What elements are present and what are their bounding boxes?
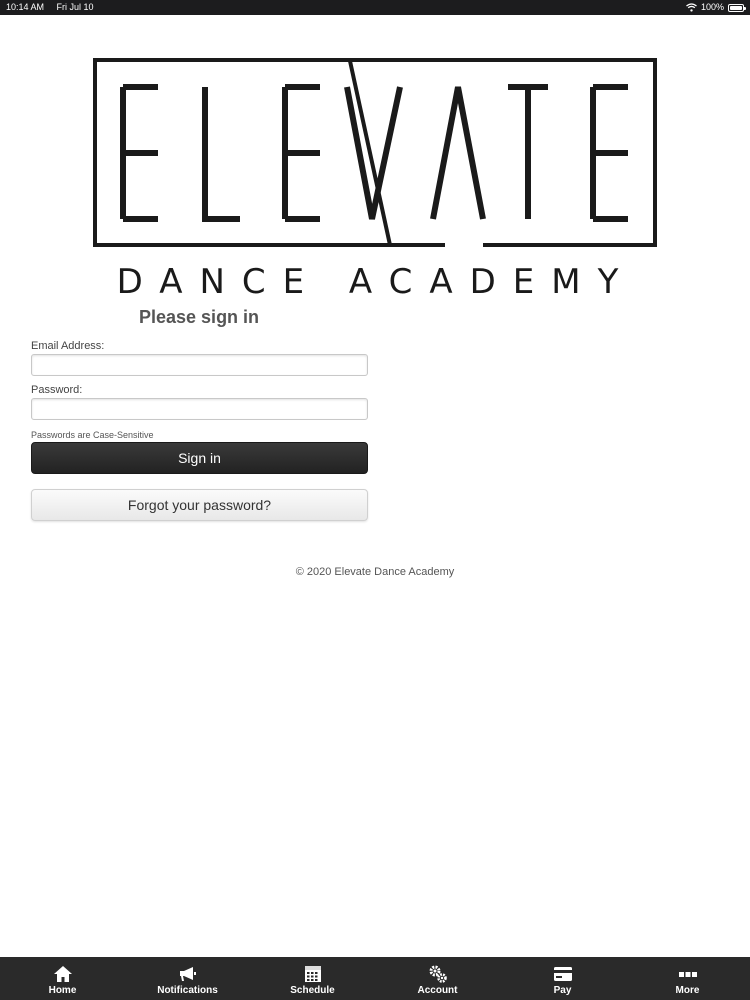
password-label: Password: xyxy=(31,384,83,396)
logo-tagline: DANCE ACADEMY xyxy=(117,262,636,302)
password-hint: Passwords are Case-Sensitive xyxy=(31,430,154,440)
status-left: 10:14 AM Fri Jul 10 xyxy=(6,0,104,15)
academy-logo: DANCE ACADEMYELEVATE xyxy=(90,55,662,303)
page-title: Please sign in xyxy=(139,307,260,327)
status-time: 10:14 AM xyxy=(6,2,45,12)
home-icon xyxy=(53,965,72,982)
tab-schedule[interactable]: Schedule xyxy=(250,957,375,1000)
battery-percent: 100% xyxy=(700,2,724,12)
megaphone-icon xyxy=(179,966,196,981)
tab-bar: Home Notifications Schedule Account Pay … xyxy=(0,957,750,1000)
tab-more-label: More xyxy=(675,984,700,996)
copyright-text: © 2020 Elevate Dance Academy xyxy=(295,566,455,578)
tab-home[interactable]: Home xyxy=(0,957,125,1000)
tab-schedule-label: Schedule xyxy=(290,984,335,996)
tab-account-label: Account xyxy=(417,984,458,996)
tab-home-label: Home xyxy=(48,984,77,996)
tab-more[interactable]: More xyxy=(625,957,750,1000)
tab-account[interactable]: Account xyxy=(375,957,500,1000)
battery-fill xyxy=(730,5,742,10)
academy-logo-graphic: DANCE ACADEMYELEVATE xyxy=(93,58,657,302)
forgot-password-button[interactable]: Forgot your password? xyxy=(31,489,368,521)
email-label: Email Address: xyxy=(31,340,105,352)
calendar-icon xyxy=(304,965,321,982)
status-bar: 10:14 AM Fri Jul 10 100% xyxy=(0,0,750,15)
gears-icon xyxy=(429,965,447,983)
status-date: Fri Jul 10 xyxy=(56,2,94,12)
battery-icon xyxy=(728,3,746,12)
tab-notifications[interactable]: Notifications xyxy=(125,957,250,1000)
tab-pay-label: Pay xyxy=(553,984,572,996)
tab-notifications-label: Notifications xyxy=(157,984,218,996)
sign-in-button[interactable]: Sign in xyxy=(31,442,368,474)
status-right: 100% xyxy=(686,0,746,15)
credit-card-icon xyxy=(553,966,572,981)
tab-pay[interactable]: Pay xyxy=(500,957,625,1000)
more-icon xyxy=(678,971,697,977)
email-field[interactable] xyxy=(31,354,368,376)
password-field[interactable] xyxy=(31,398,368,420)
wifi-icon xyxy=(686,3,697,12)
